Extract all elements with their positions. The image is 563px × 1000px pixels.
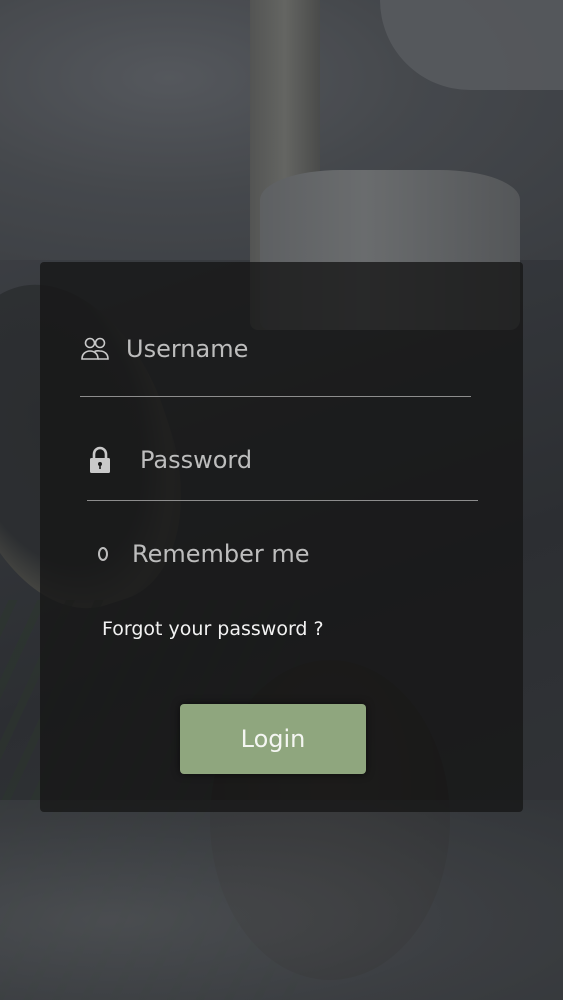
username-field[interactable]: Username: [80, 334, 248, 364]
login-button[interactable]: Login: [180, 704, 366, 774]
login-panel: Username Password Remember me Forgot you…: [40, 262, 523, 812]
username-input[interactable]: Username: [126, 335, 248, 363]
username-underline: [80, 396, 471, 397]
remember-me-label: Remember me: [132, 540, 310, 568]
lock-icon: [88, 445, 118, 475]
password-field[interactable]: Password: [88, 445, 252, 475]
password-underline: [87, 500, 478, 501]
password-input[interactable]: Password: [140, 446, 252, 474]
remember-me[interactable]: Remember me: [98, 540, 310, 568]
radio-circle-icon[interactable]: [98, 547, 108, 561]
users-icon: [80, 334, 110, 364]
forgot-password-link[interactable]: Forgot your password ?: [102, 618, 324, 640]
